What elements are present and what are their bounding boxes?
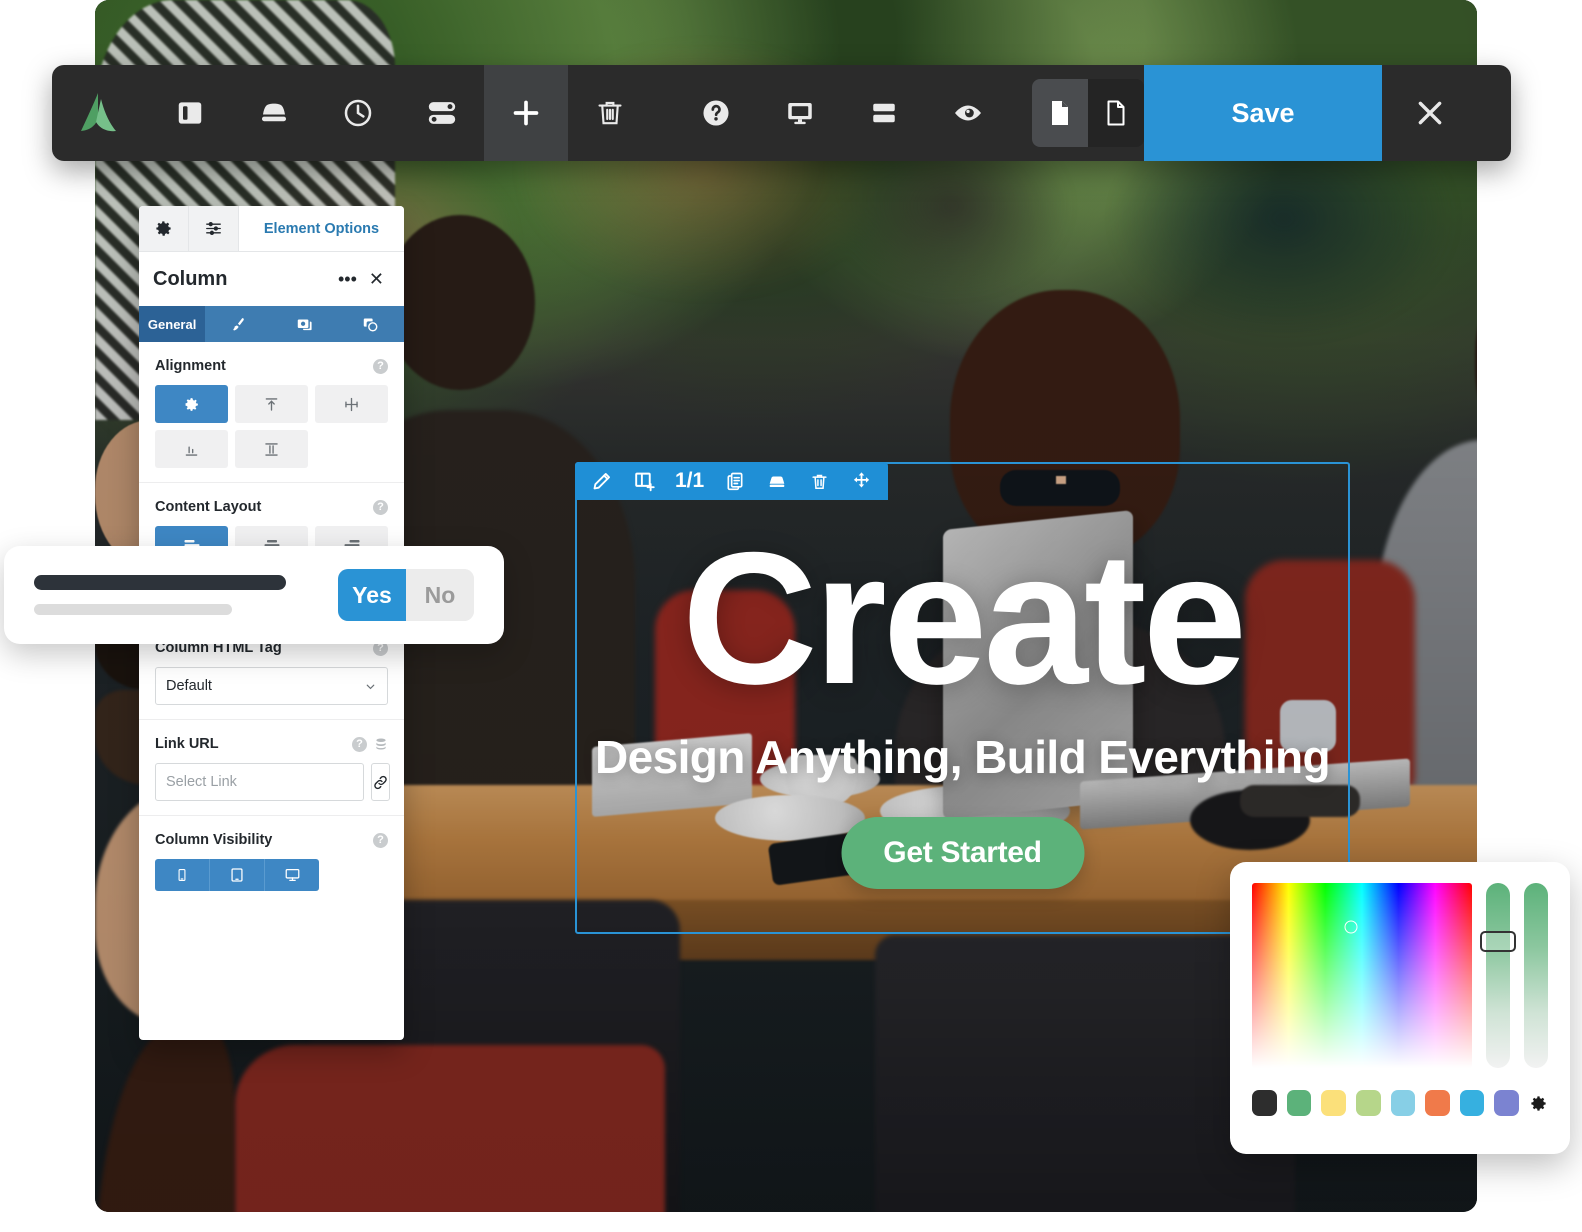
sidebar-toggle-icon[interactable] [148,65,232,161]
sliders-icon[interactable] [189,206,239,251]
placeholder-line-primary [34,575,286,590]
panel-top-tabs[interactable]: Element Options [139,206,404,252]
color-cursor[interactable] [1345,921,1358,934]
content-layout-label: Content Layout [155,499,373,515]
align-top[interactable] [235,385,308,423]
swatch-2[interactable] [1321,1090,1346,1116]
link-url-input[interactable] [155,763,364,801]
hue-slider[interactable] [1486,883,1510,1068]
link-icon[interactable] [371,763,390,801]
close-icon[interactable] [1382,65,1478,161]
tablet-icon[interactable] [210,859,265,891]
element-toolbar[interactable]: 1/1 [575,462,888,500]
color-saturation-area[interactable] [1252,883,1472,1068]
toggle-yes-button[interactable]: Yes [338,569,406,621]
swatch-5[interactable] [1425,1090,1450,1116]
brand-logo-icon[interactable] [52,65,148,161]
delete-icon[interactable] [798,462,840,500]
edit-pencil-icon[interactable] [581,462,623,500]
panel-title-tab[interactable]: Element Options [239,206,404,251]
panel-header: Column ••• ✕ [139,252,404,306]
editor-toolbar[interactable]: Save [52,65,1511,161]
page-outline-icon[interactable] [1088,79,1144,147]
history-icon[interactable] [316,65,400,161]
align-middle[interactable] [315,385,388,423]
panel-close-icon[interactable]: ✕ [363,269,390,290]
desktop-icon[interactable] [758,65,842,161]
section-column-visibility: Column Visibility ? [139,816,404,905]
help-icon[interactable]: ? [373,359,388,374]
tab-general[interactable]: General [139,306,205,342]
swatch-6[interactable] [1460,1090,1485,1116]
alpha-slider[interactable] [1524,883,1548,1068]
chevron-down-icon [364,680,377,693]
toggle-card-placeholder-lines [34,575,338,615]
hero-title: Create [575,524,1350,712]
swatch-7[interactable] [1494,1090,1519,1116]
database-icon[interactable] [374,737,388,751]
toggle-no-button[interactable]: No [406,569,474,621]
swatch-1[interactable] [1287,1090,1312,1116]
save-module-icon[interactable] [756,462,798,500]
column-html-tag-select[interactable]: Default [155,667,388,705]
screenshot-root: Create Design Anything, Build Everything… [0,0,1582,1232]
duplicate-icon[interactable] [714,462,756,500]
section-link-url: Link URL ? [139,720,404,816]
column-visibility-buttons[interactable] [155,859,319,891]
color-picker-popup[interactable] [1230,862,1570,1154]
yes-no-toggle[interactable]: Yes No [338,569,474,621]
element-counter: 1/1 [665,469,714,493]
swatch-4[interactable] [1391,1090,1416,1116]
layout-icon[interactable] [232,65,316,161]
help-icon[interactable]: ? [373,500,388,515]
gear-icon[interactable] [1529,1094,1548,1113]
help-icon[interactable] [674,65,758,161]
more-options-icon[interactable]: ••• [332,269,363,290]
align-stretch[interactable] [235,430,308,468]
placeholder-line-secondary [34,604,232,615]
panel-element-name: Column [153,268,332,291]
move-icon[interactable] [840,462,882,500]
rows-icon[interactable] [842,65,926,161]
page-type-group[interactable] [1032,79,1144,147]
page-filled-icon[interactable] [1032,79,1088,147]
help-icon[interactable]: ? [373,833,388,848]
align-bottom[interactable] [155,430,228,468]
tab-background[interactable] [272,306,338,342]
panel-tabs[interactable]: General [139,306,404,342]
hue-slider-handle[interactable] [1480,931,1516,952]
hero-subtitle: Design Anything, Build Everything [557,730,1368,784]
help-icon[interactable]: ? [352,737,367,752]
trash-icon[interactable] [568,65,652,161]
tab-style[interactable] [205,306,271,342]
eye-icon[interactable] [926,65,1010,161]
mobile-icon[interactable] [155,859,210,891]
add-column-icon[interactable] [623,462,665,500]
tab-advanced[interactable] [338,306,404,342]
settings-sliders-icon[interactable] [400,65,484,161]
section-alignment: Alignment ? [139,342,404,483]
desktop-icon[interactable] [265,859,319,891]
alignment-label: Alignment [155,358,373,374]
hero-content: Create Design Anything, Build Everything… [575,462,1350,934]
add-icon[interactable] [484,65,568,161]
swatch-0[interactable] [1252,1090,1277,1116]
column-visibility-label: Column Visibility [155,832,373,848]
color-swatches[interactable] [1252,1090,1548,1116]
get-started-button[interactable]: Get Started [841,817,1084,889]
column-html-tag-value: Default [166,678,364,694]
link-url-label: Link URL [155,736,352,752]
alignment-buttons[interactable] [155,385,388,468]
align-default[interactable] [155,385,228,423]
swatch-3[interactable] [1356,1090,1381,1116]
toggle-card[interactable]: Yes No [4,546,504,644]
gear-icon[interactable] [139,206,189,251]
save-button[interactable]: Save [1144,65,1382,161]
